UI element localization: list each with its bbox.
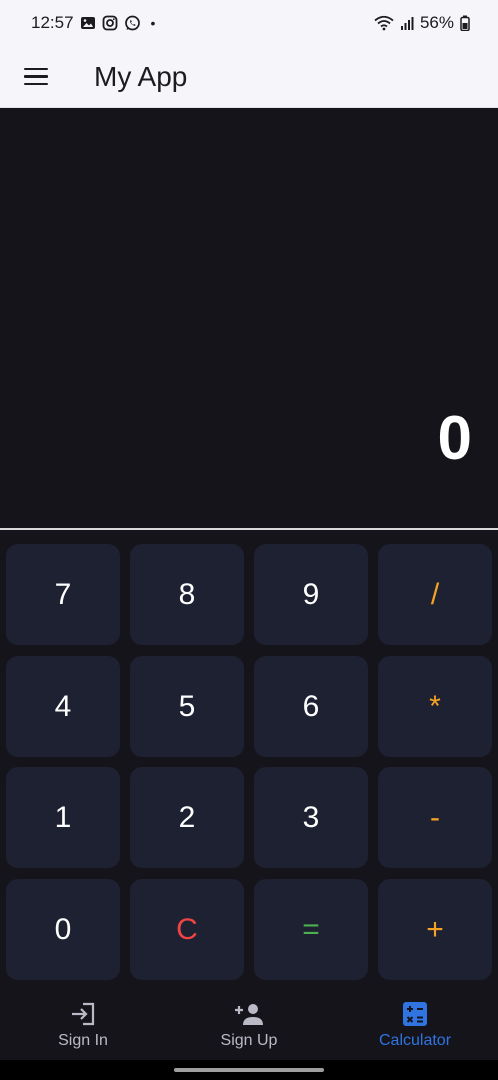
key-divide[interactable]: / <box>378 544 492 645</box>
battery-icon <box>460 15 470 31</box>
key-6[interactable]: 6 <box>254 656 368 757</box>
status-dot: • <box>150 15 156 31</box>
key-8[interactable]: 8 <box>130 544 244 645</box>
key-clear[interactable]: C <box>130 879 244 980</box>
gesture-bar <box>0 1060 498 1080</box>
status-bar: 12:57 • 56% <box>0 0 498 46</box>
hamburger-menu-icon[interactable] <box>24 65 52 89</box>
key-5[interactable]: 5 <box>130 656 244 757</box>
app-title: My App <box>94 60 188 92</box>
key-3[interactable]: 3 <box>254 767 368 868</box>
key-1[interactable]: 1 <box>6 767 120 868</box>
nav-sign-in-label: Sign In <box>58 1032 108 1049</box>
bottom-navigation: Sign In Sign Up Calculator <box>0 990 498 1060</box>
key-2[interactable]: 2 <box>130 767 244 868</box>
nav-calculator-label: Calculator <box>378 1032 452 1049</box>
whatsapp-icon <box>124 15 140 30</box>
person-add-icon <box>233 1000 265 1028</box>
key-7[interactable]: 7 <box>6 544 120 645</box>
status-right: 56% <box>374 13 470 33</box>
status-time: 12:57 <box>31 13 74 32</box>
nav-sign-up-label: Sign Up <box>220 1032 278 1049</box>
status-left: 12:57 • <box>31 13 155 33</box>
calculator-display: 0 <box>0 109 498 528</box>
nav-sign-up[interactable]: Sign Up <box>166 990 332 1060</box>
key-equals[interactable]: = <box>254 879 368 980</box>
key-multiply[interactable]: * <box>378 656 492 757</box>
wifi-icon <box>374 15 394 31</box>
login-icon <box>69 1000 97 1028</box>
battery-percent: 56% <box>419 13 454 32</box>
keypad: 7 8 9 / 4 5 6 * 1 2 3 - 0 C = + <box>0 530 498 990</box>
key-0[interactable]: 0 <box>6 879 120 980</box>
key-4[interactable]: 4 <box>6 656 120 757</box>
calculator-icon <box>402 1000 428 1028</box>
key-add[interactable]: + <box>378 879 492 980</box>
signal-icon <box>400 17 414 30</box>
display-value: 0 <box>437 404 472 473</box>
nav-calculator[interactable]: Calculator <box>332 990 498 1060</box>
gallery-icon <box>80 17 95 29</box>
instagram-icon <box>102 15 117 31</box>
home-gesture-handle[interactable] <box>174 1068 324 1072</box>
app-bar: My App <box>0 46 498 108</box>
key-subtract[interactable]: - <box>378 767 492 868</box>
key-9[interactable]: 9 <box>254 544 368 645</box>
nav-sign-in[interactable]: Sign In <box>0 990 166 1060</box>
